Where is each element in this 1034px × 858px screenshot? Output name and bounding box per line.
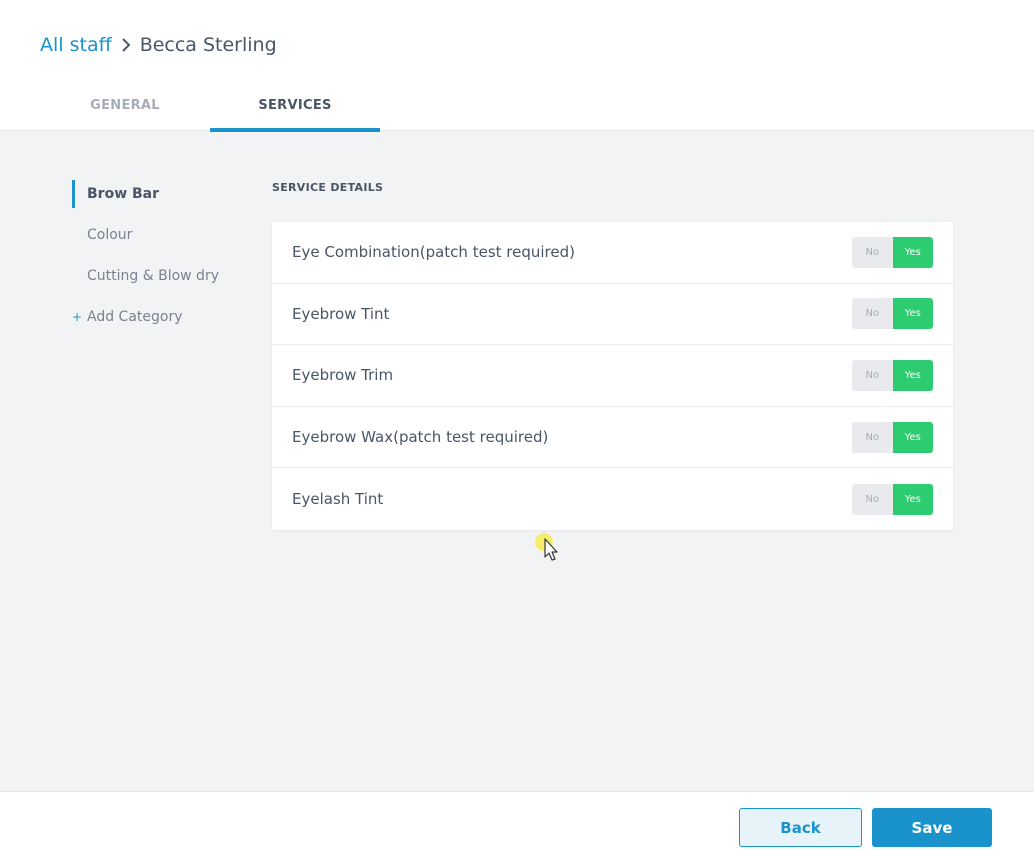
sidebar-item-brow-bar[interactable]: Brow Bar (72, 180, 252, 208)
page-footer: Back Save (0, 791, 1034, 858)
save-button[interactable]: Save (872, 808, 992, 847)
toggle-no-option[interactable]: No (852, 359, 893, 391)
service-name: Eyebrow Trim (292, 366, 394, 385)
breadcrumb: All staff Becca Sterling (40, 33, 277, 57)
list-item: Eyebrow Tint No Yes (272, 284, 953, 346)
chevron-right-icon (114, 33, 138, 57)
toggle-no-option[interactable]: No (852, 236, 893, 268)
toggle-no-option[interactable]: No (852, 421, 893, 453)
back-button[interactable]: Back (739, 808, 862, 847)
toggle-yes-option[interactable]: Yes (892, 298, 933, 330)
tab-general[interactable]: GENERAL (40, 80, 210, 131)
service-toggle[interactable]: No Yes (852, 421, 933, 453)
service-toggle[interactable]: No Yes (852, 236, 933, 268)
add-category-label: Add Category (87, 309, 183, 325)
service-toggle[interactable]: No Yes (852, 359, 933, 391)
section-title: SERVICE DETAILS (272, 181, 384, 194)
list-item: Eye Combination(patch test required) No … (272, 222, 953, 284)
page-header: All staff Becca Sterling GENERAL SERVICE… (0, 0, 1034, 132)
service-toggle[interactable]: No Yes (852, 483, 933, 515)
service-name: Eyebrow Tint (292, 304, 390, 323)
sidebar-item-colour[interactable]: Colour (72, 221, 252, 249)
tab-bar: GENERAL SERVICES (40, 80, 380, 132)
mouse-cursor-icon (535, 533, 558, 561)
service-name: Eye Combination(patch test required) (292, 243, 575, 262)
breadcrumb-current: Becca Sterling (139, 34, 277, 56)
category-sidebar: Brow Bar Colour Cutting & Blow dry + Add… (72, 180, 252, 344)
service-list: Eye Combination(patch test required) No … (272, 222, 953, 530)
toggle-yes-option[interactable]: Yes (892, 421, 933, 453)
service-toggle[interactable]: No Yes (852, 298, 933, 330)
list-item: Eyelash Tint No Yes (272, 468, 953, 530)
tab-services[interactable]: SERVICES (210, 80, 380, 132)
service-name: Eyebrow Wax(patch test required) (292, 428, 549, 447)
list-item: Eyebrow Wax(patch test required) No Yes (272, 407, 953, 469)
plus-icon: + (72, 310, 83, 324)
toggle-yes-option[interactable]: Yes (892, 483, 933, 515)
toggle-yes-option[interactable]: Yes (892, 359, 933, 391)
list-item: Eyebrow Trim No Yes (272, 345, 953, 407)
add-category-link[interactable]: + Add Category (72, 303, 252, 331)
toggle-no-option[interactable]: No (852, 298, 893, 330)
toggle-yes-option[interactable]: Yes (892, 236, 933, 268)
service-name: Eyelash Tint (292, 490, 384, 509)
breadcrumb-all-staff-link[interactable]: All staff (40, 34, 112, 56)
toggle-no-option[interactable]: No (852, 483, 893, 515)
sidebar-item-cutting-blow-dry[interactable]: Cutting & Blow dry (72, 262, 252, 290)
